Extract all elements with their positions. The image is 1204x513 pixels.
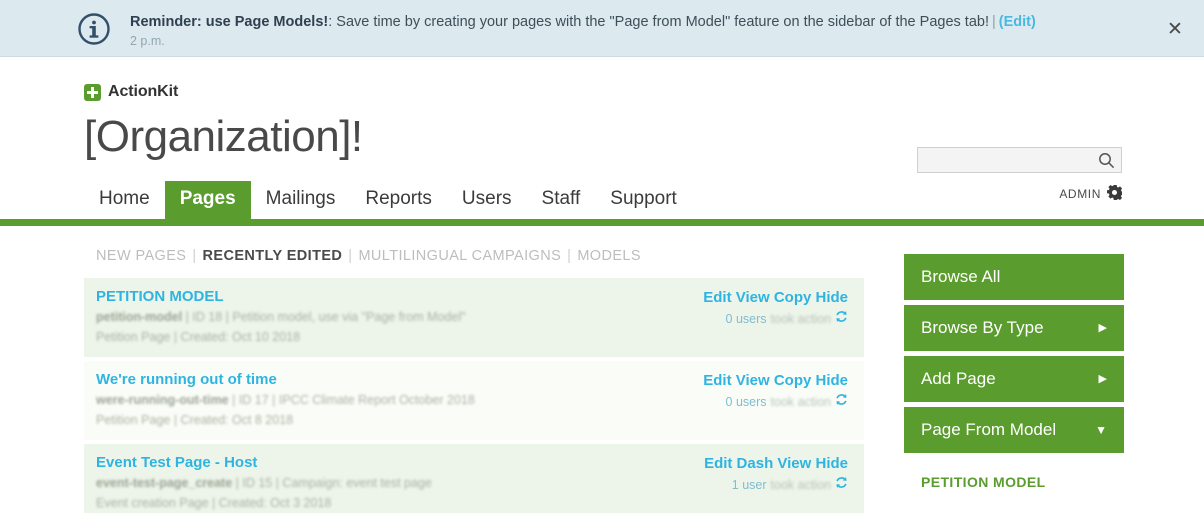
row-action-links[interactable]: Edit Dash View Hide — [704, 453, 848, 474]
browse-by-type-label: Browse By Type — [921, 318, 1044, 337]
gear-icon[interactable] — [1107, 185, 1124, 203]
row-stat-suffix: took action — [770, 395, 831, 409]
row-stat: 0 users took action — [703, 310, 848, 329]
page-meta-line-2: Event creation Page | Created: Oct 3 201… — [96, 496, 332, 510]
subnav-divider: | — [567, 248, 572, 264]
chevron-right-icon: ▶ — [1098, 372, 1107, 385]
tab-pages[interactable]: Pages — [164, 181, 251, 219]
chevron-right-icon: ▶ — [1098, 321, 1107, 334]
row-actions: Edit Dash View Hide 1 user took action — [704, 453, 848, 495]
page-from-model-label: Page From Model — [921, 420, 1057, 439]
tab-home[interactable]: Home — [84, 181, 165, 219]
page-header: ActionKit [Organization]! ADMIN Home Pag… — [0, 57, 1204, 219]
navbar-rule — [0, 219, 1204, 226]
page-meta-detail: | ID 15 | Campaign: event test page — [232, 476, 432, 490]
banner-title: Reminder: use Page Models! — [130, 14, 329, 30]
row-stat-count: 1 user — [731, 478, 767, 492]
refresh-icon[interactable] — [835, 393, 848, 412]
subnav-item-recently-edited[interactable]: RECENTLY EDITED — [203, 248, 343, 264]
banner-text: Reminder: use Page Models!: Save time by… — [130, 13, 1036, 32]
row-action-links[interactable]: Edit View Copy Hide — [703, 287, 848, 308]
subnav: NEW PAGES | RECENTLY EDITED | MULTILINGUAL C… — [84, 226, 864, 278]
main-tabs: Home Pages Mailings Reports Users Staff … — [84, 181, 692, 219]
banner-body: Reminder: use Page Models!: Save time by… — [130, 11, 1036, 50]
chevron-down-icon: ▼ — [1095, 423, 1107, 437]
content-area: NEW PAGES | RECENTLY EDITED | MULTILINGUAL C… — [0, 226, 1204, 513]
row-action-links[interactable]: Edit View Copy Hide — [703, 370, 848, 391]
browse-by-type-button[interactable]: Browse By Type ▶ — [904, 305, 1124, 351]
row-stat-count: 0 users — [725, 395, 767, 409]
tab-staff[interactable]: Staff — [527, 181, 596, 219]
add-page-button[interactable]: Add Page ▶ — [904, 356, 1124, 402]
tab-users[interactable]: Users — [447, 181, 527, 219]
refresh-icon[interactable] — [835, 310, 848, 329]
banner-separator: | — [991, 14, 996, 30]
banner-timestamp: 2 p.m. — [130, 34, 165, 48]
tab-support[interactable]: Support — [595, 181, 692, 219]
search-area — [917, 147, 1122, 173]
pages-sidebar: Browse All Browse By Type ▶ Add Page ▶ P… — [904, 226, 1124, 513]
subnav-item-models[interactable]: MODELS — [577, 248, 641, 264]
admin-menu[interactable]: ADMIN — [1059, 185, 1124, 203]
row-actions: Edit View Copy Hide 0 users took action — [703, 287, 848, 329]
brand-name: ActionKit — [108, 83, 179, 100]
plus-square-icon — [84, 83, 101, 101]
admin-label: ADMIN — [1059, 187, 1101, 201]
row-stat-count: 0 users — [725, 312, 767, 326]
subnav-item-new-pages[interactable]: NEW PAGES — [96, 248, 186, 264]
info-circle-icon — [76, 11, 112, 47]
browse-all-label: Browse All — [921, 267, 1001, 286]
sidebar-section-label[interactable]: PETITION MODEL — [904, 458, 1124, 490]
close-icon[interactable]: ✕ — [1162, 16, 1188, 42]
subnav-divider: | — [348, 248, 353, 264]
row-stat: 0 users took action — [703, 393, 848, 412]
page-slug: petition-model — [96, 310, 183, 324]
row-stat: 1 user took action — [704, 476, 848, 495]
refresh-icon[interactable] — [835, 476, 848, 495]
banner-edit-link[interactable]: (Edit) — [999, 14, 1036, 30]
page-meta-detail: | ID 17 | IPCC Climate Report October 20… — [228, 393, 475, 407]
tab-reports[interactable]: Reports — [350, 181, 447, 219]
row-actions: Edit View Copy Hide 0 users took action — [703, 370, 848, 412]
browse-all-button[interactable]: Browse All — [904, 254, 1124, 300]
row-stat-suffix: took action — [770, 478, 831, 492]
page-meta-detail: | ID 18 | Petition model, use via "Page … — [182, 310, 466, 324]
brand[interactable]: ActionKit — [84, 57, 1204, 101]
page-meta-line-2: Petition Page | Created: Oct 8 2018 — [96, 413, 294, 427]
search-box[interactable] — [917, 147, 1122, 173]
row-stat-suffix: took action — [770, 312, 831, 326]
page-slug: event-test-page_create — [96, 476, 233, 490]
pages-list-column: NEW PAGES | RECENTLY EDITED | MULTILINGUAL C… — [84, 226, 864, 513]
tab-mailings[interactable]: Mailings — [251, 181, 351, 219]
banner-message: : Save time by creating your pages with … — [328, 14, 989, 30]
subnav-item-multilingual-campaigns[interactable]: MULTILINGUAL CAMPAIGNS — [358, 248, 561, 264]
table-row[interactable]: Event Test Page - Host event-test-page_c… — [84, 444, 864, 513]
table-row[interactable]: We're running out of time were-running-o… — [84, 361, 864, 440]
subnav-divider: | — [192, 248, 197, 264]
page-from-model-button[interactable]: Page From Model ▼ — [904, 407, 1124, 453]
table-row[interactable]: PETITION MODEL petition-model | ID 18 | … — [84, 278, 864, 357]
notification-banner: Reminder: use Page Models!: Save time by… — [0, 0, 1204, 57]
search-icon[interactable] — [1098, 152, 1115, 174]
page-slug: were-running-out-time — [96, 393, 229, 407]
search-input[interactable] — [918, 148, 1121, 172]
add-page-label: Add Page — [921, 369, 996, 388]
page-meta-line-2: Petition Page | Created: Oct 10 2018 — [96, 330, 301, 344]
